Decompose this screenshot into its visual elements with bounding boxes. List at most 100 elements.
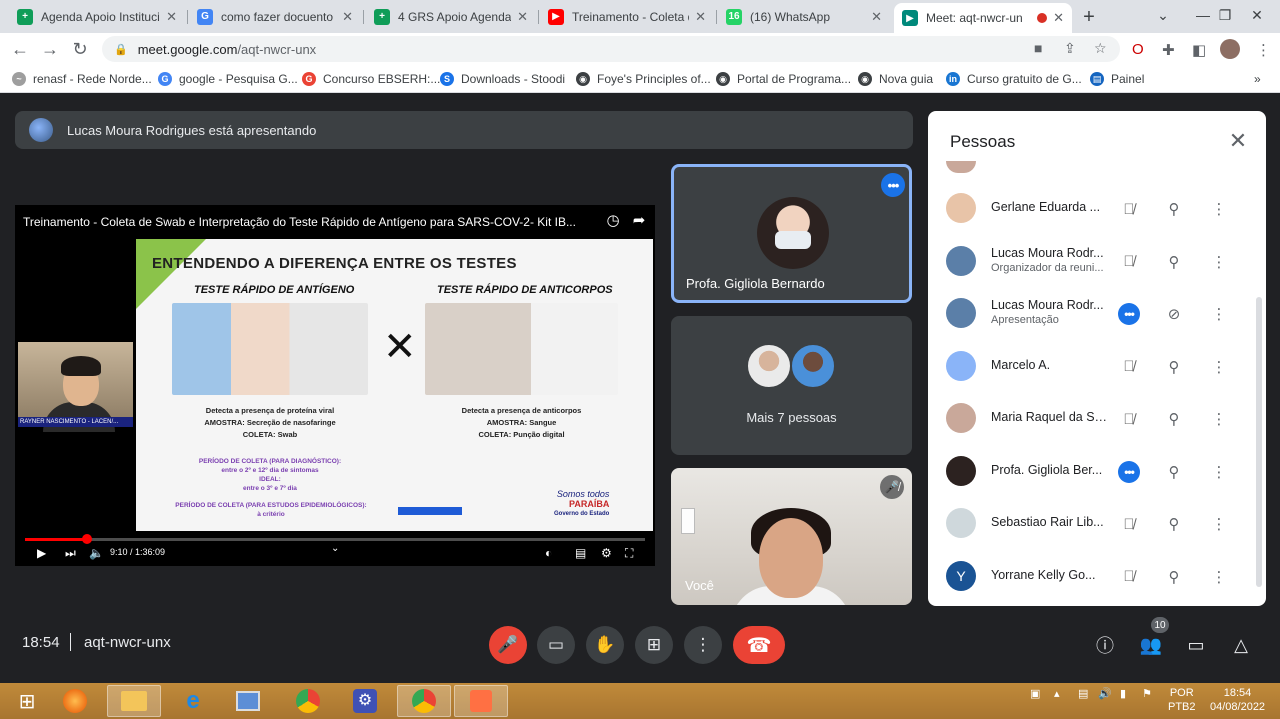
browser-tab[interactable]: Gcomo fazer docuento d ✕ [189, 3, 361, 30]
bookmark-item[interactable]: ▤ Painel [1090, 70, 1144, 88]
pin-icon[interactable]: ⚲ [1162, 250, 1186, 274]
bookmark-item[interactable]: G Concurso EBSERH:... [302, 70, 440, 88]
microphone-toggle-button[interactable]: 🎤 [489, 626, 527, 664]
participant-more-icon[interactable]: ⋮ [1207, 302, 1231, 326]
bookmark-item[interactable]: ◉ Nova guia [858, 70, 933, 88]
participant-row[interactable]: Profa. Gigliola Ber... ••• ⚲ ⋮ [928, 446, 1266, 498]
participant-more-icon[interactable]: ⋮ [1207, 512, 1231, 536]
participant-row[interactable]: Lucas Moura Rodr... Apresentação ••• ⊘ ⋮ [928, 288, 1266, 340]
share-video-icon[interactable]: ➦ [629, 211, 649, 231]
pin-icon[interactable]: ⚲ [1162, 460, 1186, 484]
participant-row[interactable]: Gerlane Eduarda ... 🎙̸ ⚲ ⋮ [928, 183, 1266, 235]
present-button[interactable]: ⊞ [635, 626, 673, 664]
bookmark-item[interactable]: ~ renasf - Rede Norde... [12, 70, 152, 88]
tray-volume-icon[interactable]: 🔊 [1098, 687, 1112, 700]
more-bookmarks-button[interactable]: » [1254, 70, 1261, 88]
browser-tab[interactable]: +4 GRS Apoio Agenda co ✕ [366, 3, 536, 30]
participant-row[interactable]: Lucas Moura Rodr... Organizador da reuni.… [928, 236, 1266, 288]
people-scrollbar[interactable] [1256, 297, 1262, 587]
participant-more-icon[interactable]: ⋮ [1207, 197, 1231, 221]
browser-tab[interactable]: ▶ Treinamento - Coleta de ✕ [540, 3, 714, 30]
bookmark-item[interactable]: Ggoogle - Pesquisa G... [158, 70, 298, 88]
close-tab-icon[interactable]: ✕ [695, 9, 706, 25]
back-button[interactable]: ← [8, 37, 32, 61]
participant-more-icon[interactable]: ⋮ [1207, 460, 1231, 484]
chrome-taskbar-button[interactable] [281, 685, 335, 717]
pin-icon[interactable]: ⚲ [1162, 565, 1186, 589]
pin-icon[interactable]: ⚲ [1162, 407, 1186, 431]
volume-icon[interactable]: 🔈 [89, 546, 104, 560]
bookmark-item[interactable]: ◉ Portal de Programa... [716, 70, 851, 88]
close-tab-icon[interactable]: ✕ [1053, 10, 1064, 26]
unpin-icon[interactable]: ⊘ [1162, 302, 1186, 326]
close-window-button[interactable]: ✕ [1240, 0, 1274, 30]
new-tab-button[interactable]: + [1076, 4, 1102, 30]
bookmark-item[interactable]: in Curso gratuito de G... [946, 70, 1082, 88]
app-taskbar-button[interactable] [221, 685, 275, 717]
ie-taskbar-button[interactable]: e [166, 685, 220, 717]
raise-hand-button[interactable]: ✋ [586, 626, 624, 664]
close-tab-icon[interactable]: ✕ [871, 9, 882, 25]
tile-more-options-icon[interactable]: ••• [881, 173, 905, 197]
settings-taskbar-button[interactable]: ⚙ [338, 685, 392, 717]
opera-icon[interactable]: O [1132, 41, 1144, 58]
browser-tab[interactable]: ▶ Meet: aqt-nwcr-un ✕ [894, 3, 1072, 33]
browser-tab[interactable]: + Agenda Apoio Instituci ✕ [9, 3, 185, 30]
participant-row[interactable]: Maria Raquel da Sil... 🎙̸ ⚲ ⋮ [928, 393, 1266, 445]
presentation-video[interactable]: Treinamento - Coleta de Swab e Interpret… [15, 205, 655, 566]
next-icon[interactable]: ⏭ [65, 546, 76, 561]
pin-icon[interactable]: ⚲ [1162, 355, 1186, 379]
pin-icon[interactable]: ⚲ [1162, 512, 1186, 536]
meeting-info-button[interactable]: ⓘ [1090, 630, 1120, 660]
play-icon[interactable]: ▶ [37, 546, 46, 560]
tray-meet-icon[interactable]: ▣ [1030, 687, 1040, 700]
close-tab-icon[interactable]: ✕ [342, 9, 353, 25]
bookmark-item[interactable]: ◉ Foye's Principles of... [576, 70, 711, 88]
more-options-button[interactable]: ⋮ [684, 626, 722, 664]
tray-clock[interactable]: 18:54 04/08/2022 [1210, 686, 1265, 714]
explorer-taskbar-button[interactable] [107, 685, 161, 717]
forward-button[interactable]: → [38, 37, 62, 61]
profile-avatar[interactable] [1220, 39, 1240, 59]
input-language[interactable]: POR PTB2 [1168, 686, 1196, 714]
extensions-icon[interactable]: ✚ [1162, 41, 1175, 59]
autoplay-toggle-icon[interactable]: ◐ [545, 546, 552, 560]
tray-signal-icon[interactable]: ▮ [1120, 687, 1126, 700]
browser-tab[interactable]: 16 (16) WhatsApp ✕ [718, 3, 890, 30]
tray-network-icon[interactable]: ▤ [1078, 687, 1088, 700]
camera-icon[interactable]: ■ [1034, 40, 1042, 56]
activities-button[interactable]: △ [1226, 630, 1256, 660]
close-tab-icon[interactable]: ✕ [166, 9, 177, 25]
participant-row[interactable]: Sebastiao Rair Lib... 🎙̸ ⚲ ⋮ [928, 498, 1266, 550]
address-bar[interactable]: 🔒 meet.google.com/aqt-nwcr-unx [102, 36, 1120, 62]
participant-tile-others[interactable]: Mais 7 pessoas [671, 316, 912, 455]
leave-call-button[interactable]: ☎ [733, 626, 785, 664]
chrome-active-taskbar-button[interactable] [397, 685, 451, 717]
menu-icon[interactable]: ⋮ [1256, 41, 1271, 59]
participant-more-icon[interactable]: ⋮ [1207, 355, 1231, 379]
media-taskbar-button[interactable] [454, 685, 508, 717]
video-progress-bar[interactable] [25, 538, 645, 541]
video-scrubber[interactable] [82, 534, 92, 544]
participant-tile-self[interactable]: 🎤̸ Você [671, 468, 912, 605]
participant-row[interactable]: Marcelo A. 🎙̸ ⚲ ⋮ [928, 341, 1266, 393]
captions-icon[interactable]: ▤ [575, 546, 586, 560]
close-panel-icon[interactable]: ✕ [1226, 128, 1250, 153]
restore-button[interactable]: ❐ [1208, 0, 1242, 30]
bookmark-star-icon[interactable]: ☆ [1094, 40, 1107, 57]
participant-tile-pinned[interactable]: ••• Profa. Gigliola Bernardo [671, 164, 912, 303]
start-button[interactable]: ⊞ [0, 685, 54, 717]
participant-more-icon[interactable]: ⋮ [1207, 407, 1231, 431]
close-tab-icon[interactable]: ✕ [517, 9, 528, 25]
watch-later-icon[interactable]: ◷ [603, 211, 623, 231]
tray-chevron-icon[interactable]: ▴ [1054, 687, 1060, 700]
tab-search-button[interactable]: ⌄ [1146, 0, 1180, 30]
reload-button[interactable]: ↻ [68, 37, 92, 61]
chat-button[interactable]: ▭ [1181, 630, 1211, 660]
participant-more-icon[interactable]: ⋮ [1207, 250, 1231, 274]
camera-toggle-button[interactable]: ▭ [537, 626, 575, 664]
share-icon[interactable]: ⇪ [1064, 40, 1076, 57]
settings-icon[interactable]: ⚙ [601, 546, 612, 560]
tray-flag-icon[interactable]: ⚑ [1142, 687, 1152, 700]
participant-row[interactable]: Y Yorrane Kelly Go... 🎙̸ ⚲ ⋮ [928, 551, 1266, 603]
